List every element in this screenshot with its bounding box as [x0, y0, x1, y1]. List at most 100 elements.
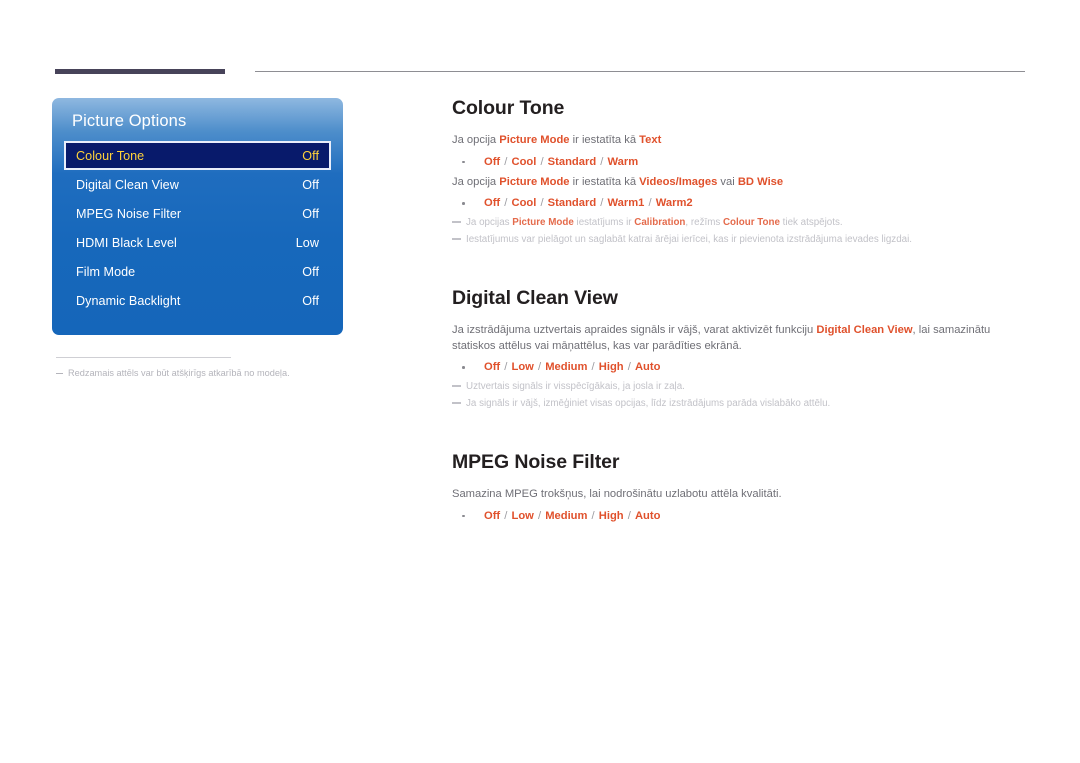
option-low[interactable]: Low — [511, 510, 533, 522]
osd-panel-title: Picture Options — [72, 112, 187, 130]
dash-icon — [452, 238, 461, 240]
colour-tone-condition-2: Ja opcija Picture Mode ir iestatīta kā V… — [452, 175, 1030, 191]
digital-clean-view-note-2: Ja signāls ir vājš, izmēģiniet visas opc… — [452, 397, 1030, 411]
term-colour-tone: Colour Tone — [722, 217, 780, 228]
header-rule-thin — [255, 71, 1025, 72]
text-fragment: Ja opcija — [452, 134, 500, 146]
note-text: Ja signāls ir vājš, izmēģiniet visas opc… — [466, 398, 831, 409]
osd-footnote-block: Redzamais attēls var būt atšķirīgs atkar… — [52, 357, 343, 379]
option-standard[interactable]: Standard — [548, 156, 597, 168]
section-mpeg-noise-filter: MPEG Noise Filter Samazina MPEG trokšņus… — [452, 451, 1030, 524]
bullet-icon — [462, 514, 465, 517]
osd-menu-item-value: Off — [302, 206, 319, 221]
dash-icon — [452, 221, 461, 223]
osd-menu-item-hdmi-black-level[interactable]: HDMI Black Level Low — [64, 228, 331, 257]
text-fragment: Ja opcija — [452, 175, 500, 188]
documentation-column: Colour Tone Ja opcija Picture Mode ir ie… — [452, 97, 1030, 529]
osd-footnote-text: Redzamais attēls var būt atšķirīgs atkar… — [68, 368, 290, 378]
bullet-icon — [462, 202, 465, 205]
digital-clean-view-description: Ja izstrādājuma uztvertais apraides sign… — [452, 323, 1030, 354]
option-off[interactable]: Off — [484, 197, 500, 209]
section-title: Colour Tone — [452, 97, 565, 119]
colour-tone-options-1: Off / Cool / Standard / Warm — [452, 154, 1030, 170]
option-list-item: Off / Cool / Standard / Warm1 / Warm2 — [452, 195, 1030, 211]
option-list-item: Off / Cool / Standard / Warm — [452, 154, 1030, 170]
osd-panel: Picture Options Colour Tone Off Digital … — [52, 98, 343, 335]
option-medium[interactable]: Medium — [545, 361, 587, 373]
option-auto[interactable]: Auto — [635, 510, 660, 522]
bullet-icon — [462, 366, 465, 369]
osd-menu-item-label: Film Mode — [76, 264, 136, 279]
option-medium[interactable]: Medium — [545, 510, 587, 522]
colour-tone-condition-1: Ja opcija Picture Mode ir iestatīta kā T… — [452, 133, 1030, 149]
osd-menu-item-film-mode[interactable]: Film Mode Off — [64, 257, 331, 286]
footnote-divider — [56, 357, 231, 358]
osd-menu-item-value: Low — [295, 235, 319, 250]
note-text: Uztvertais signāls ir visspēcīgākais, ja… — [466, 381, 685, 392]
option-off[interactable]: Off — [484, 510, 500, 522]
section-digital-clean-view: Digital Clean View Ja izstrādājuma uztve… — [452, 287, 1030, 411]
header-rule-accent — [55, 69, 225, 74]
option-off[interactable]: Off — [484, 361, 500, 373]
term-calibration: Calibration — [634, 217, 686, 228]
text-fragment: Ja izstrādājuma uztvertais apraides sign… — [452, 324, 817, 336]
osd-menu-item-digital-clean-view[interactable]: Digital Clean View Off — [64, 170, 331, 199]
term-picture-mode: Picture Mode — [499, 175, 570, 188]
option-low[interactable]: Low — [511, 361, 533, 373]
section-title: MPEG Noise Filter — [452, 451, 620, 473]
text-fragment: ir iestatīta kā — [569, 175, 640, 188]
bullet-icon — [462, 160, 465, 163]
option-warm2[interactable]: Warm2 — [656, 197, 693, 209]
term-videos-images: Videos/Images — [639, 175, 718, 188]
osd-menu-item-label: Digital Clean View — [76, 177, 179, 192]
option-warm1[interactable]: Warm1 — [608, 197, 645, 209]
option-list-item: Off / Low / Medium / High / Auto — [452, 508, 1030, 524]
term-digital-clean-view: Digital Clean View — [816, 324, 913, 336]
dash-icon — [452, 402, 461, 404]
colour-tone-note-2: Iestatījumus var pielāgot un saglabāt ka… — [452, 233, 1030, 247]
note-text: Iestatījumus var pielāgot un saglabāt ka… — [466, 234, 912, 245]
option-high[interactable]: High — [599, 361, 624, 373]
dash-icon — [56, 373, 63, 374]
term-picture-mode: Picture Mode — [512, 217, 574, 228]
mpeg-noise-filter-options: Off / Low / Medium / High / Auto — [452, 508, 1030, 524]
option-list-item: Off / Low / Medium / High / Auto — [452, 359, 1030, 375]
term-picture-mode: Picture Mode — [499, 134, 570, 146]
digital-clean-view-options: Off / Low / Medium / High / Auto — [452, 359, 1030, 375]
text-fragment: iestatījums ir — [573, 217, 635, 228]
section-colour-tone: Colour Tone Ja opcija Picture Mode ir ie… — [452, 97, 1030, 247]
option-cool[interactable]: Cool — [511, 197, 536, 209]
mpeg-noise-filter-description: Samazina MPEG trokšņus, lai nodrošinātu … — [452, 488, 782, 500]
option-auto[interactable]: Auto — [635, 361, 660, 373]
osd-footnote: Redzamais attēls var būt atšķirīgs atkar… — [56, 367, 343, 379]
text-fragment: ir iestatīta kā — [569, 134, 640, 146]
osd-menu-item-value: Off — [302, 264, 319, 279]
osd-menu-item-label: MPEG Noise Filter — [76, 206, 182, 221]
osd-menu-item-label: Dynamic Backlight — [76, 293, 181, 308]
colour-tone-options-2: Off / Cool / Standard / Warm1 / Warm2 — [452, 195, 1030, 211]
dash-icon — [452, 385, 461, 387]
osd-illustration-column: Picture Options Colour Tone Off Digital … — [52, 98, 343, 379]
term-text: Text — [639, 134, 662, 146]
osd-menu-item-value: Off — [302, 148, 319, 163]
colour-tone-note-1: Ja opcijas Picture Mode iestatījums ir C… — [452, 216, 1030, 230]
text-fragment: vai — [717, 175, 738, 188]
option-high[interactable]: High — [599, 510, 624, 522]
osd-menu-item-mpeg-noise-filter[interactable]: MPEG Noise Filter Off — [64, 199, 331, 228]
osd-menu-item-value: Off — [302, 293, 319, 308]
osd-menu-item-colour-tone[interactable]: Colour Tone Off — [64, 141, 331, 170]
section-title: Digital Clean View — [452, 287, 618, 309]
text-fragment: , režīms — [685, 217, 723, 228]
option-cool[interactable]: Cool — [511, 156, 536, 168]
osd-menu-list: Colour Tone Off Digital Clean View Off M… — [52, 141, 343, 315]
text-fragment: Ja opcijas — [466, 217, 513, 228]
option-off[interactable]: Off — [484, 156, 500, 168]
osd-menu-item-label: HDMI Black Level — [76, 235, 177, 250]
text-fragment: tiek atspējots. — [779, 217, 843, 228]
osd-menu-item-label: Colour Tone — [76, 148, 145, 163]
osd-menu-item-value: Off — [302, 177, 319, 192]
option-warm[interactable]: Warm — [608, 156, 639, 168]
osd-menu-item-dynamic-backlight[interactable]: Dynamic Backlight Off — [64, 286, 331, 315]
option-standard[interactable]: Standard — [548, 197, 597, 209]
term-bd-wise: BD Wise — [737, 175, 784, 188]
